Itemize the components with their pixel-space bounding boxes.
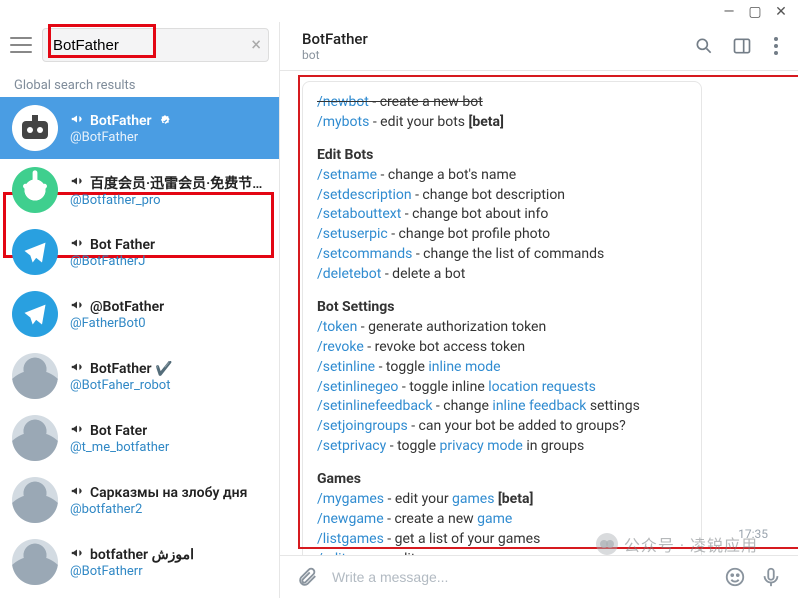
- search-result-item[interactable]: Bot Father@BotFatherJ: [0, 221, 279, 283]
- channel-icon: [70, 298, 84, 312]
- search-section-label: Global search results: [0, 72, 279, 97]
- message-input-row: [280, 555, 798, 598]
- result-title: Bot Fater: [90, 423, 147, 439]
- result-title: Bot Father: [90, 237, 155, 253]
- window-maximize-icon[interactable]: ▢: [746, 4, 764, 20]
- search-result-item[interactable]: 百度会员·迅雷会员·免费节点…@Botfather_pro: [0, 159, 279, 221]
- message-input[interactable]: [332, 569, 710, 585]
- result-title: 百度会员·迅雷会员·免费节点…: [90, 173, 267, 193]
- result-username: @BotFaher_robot: [70, 378, 173, 393]
- message-bubble: /newbot - create a new bot/mybots - edit…: [302, 81, 702, 555]
- attach-icon[interactable]: [296, 566, 318, 588]
- search-result-item[interactable]: BotFather@BotFather: [0, 97, 279, 159]
- result-username: @t_me_botfather: [70, 440, 169, 455]
- result-title: botfather اموزش: [90, 547, 194, 563]
- more-options-icon[interactable]: [770, 35, 782, 57]
- search-result-item[interactable]: Bot Fater@t_me_botfather: [0, 407, 279, 469]
- result-username: @FatherBot0: [70, 316, 164, 331]
- chat-title: BotFather: [302, 30, 368, 48]
- avatar: [12, 167, 58, 213]
- avatar: [12, 229, 58, 275]
- avatar: [12, 477, 58, 523]
- chat-header: BotFather bot: [280, 22, 798, 71]
- side-panel-icon[interactable]: [732, 36, 752, 56]
- search-results: BotFather@BotFather百度会员·迅雷会员·免费节点…@Botfa…: [0, 97, 279, 598]
- chat-subtitle: bot: [302, 48, 368, 62]
- avatar: [12, 291, 58, 337]
- channel-icon: [70, 174, 84, 188]
- search-icon[interactable]: [694, 36, 714, 56]
- avatar: [12, 415, 58, 461]
- chat-panel: BotFather bot /newbot - create a new bot…: [280, 22, 798, 598]
- avatar: [12, 105, 58, 151]
- search-result-item[interactable]: @BotFather@FatherBot0: [0, 283, 279, 345]
- channel-icon: [70, 484, 84, 498]
- chat-body: /newbot - create a new bot/mybots - edit…: [280, 71, 798, 555]
- avatar: [12, 353, 58, 399]
- menu-icon[interactable]: [10, 37, 32, 53]
- result-username: @BotFatherr: [70, 564, 194, 579]
- search-result-item[interactable]: botfather اموزش@BotFatherr: [0, 531, 279, 593]
- window-minimize-icon[interactable]: —: [720, 4, 738, 20]
- result-username: @botfather2: [70, 502, 247, 517]
- channel-icon: [70, 546, 84, 560]
- window-close-icon[interactable]: ✕: [772, 4, 790, 20]
- verified-icon: [158, 114, 172, 128]
- result-username: @BotFatherJ: [70, 254, 155, 269]
- message-time: 17:35: [738, 527, 768, 541]
- result-title: @BotFather: [90, 299, 164, 315]
- search-result-item[interactable]: Сарказмы на злобу дня@botfather2: [0, 469, 279, 531]
- search-result-item[interactable]: BotFather ✔️@BotFaher_robot: [0, 345, 279, 407]
- result-username: @Botfather_pro: [70, 193, 267, 208]
- emoji-icon[interactable]: [724, 566, 746, 588]
- result-title: BotFather: [90, 113, 152, 129]
- sidebar: × Global search results BotFather@BotFat…: [0, 22, 280, 598]
- search-input[interactable]: [42, 28, 269, 62]
- channel-icon: [70, 422, 84, 436]
- result-username: @BotFather: [70, 130, 172, 145]
- clear-search-icon[interactable]: ×: [251, 35, 261, 56]
- channel-icon: [70, 360, 84, 374]
- channel-icon: [70, 236, 84, 250]
- channel-icon: [70, 112, 84, 126]
- result-title: BotFather ✔️: [90, 361, 173, 377]
- avatar: [12, 539, 58, 585]
- voice-icon[interactable]: [760, 566, 782, 588]
- result-title: Сарказмы на злобу дня: [90, 485, 247, 501]
